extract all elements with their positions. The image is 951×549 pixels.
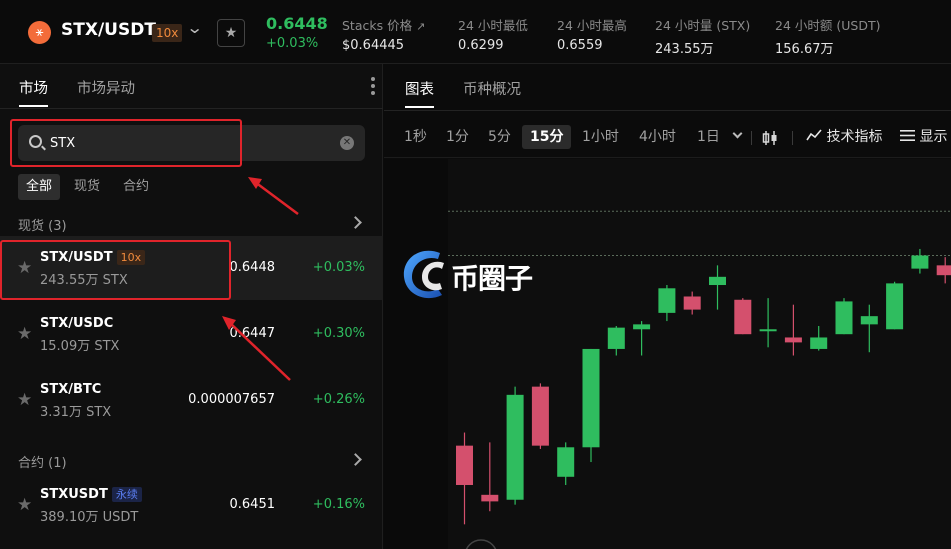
annotation-arrow [228, 321, 291, 381]
watermark-text: 币圈子 [451, 262, 533, 295]
annotation-arrow [254, 180, 299, 216]
watermark-logo-icon [403, 250, 444, 299]
